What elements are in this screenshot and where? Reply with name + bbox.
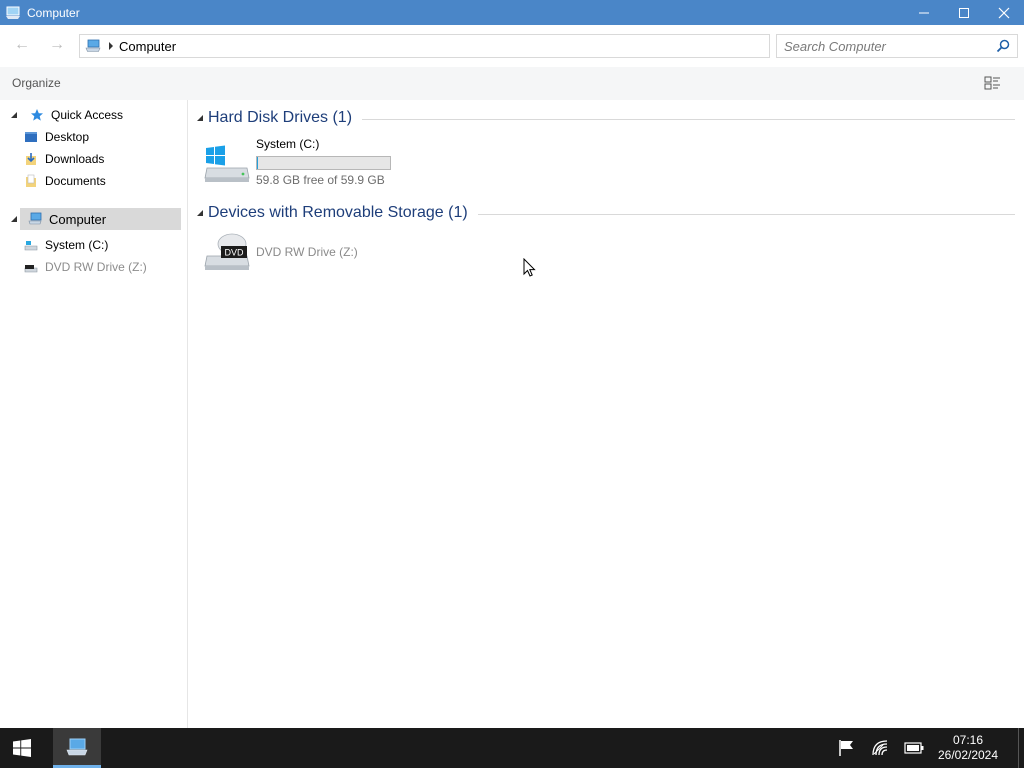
computer-icon bbox=[5, 5, 21, 21]
back-button[interactable]: ← bbox=[10, 35, 34, 55]
windows-logo-icon bbox=[13, 739, 31, 757]
sidebar-item-system-c[interactable]: System (C:) bbox=[24, 235, 180, 255]
command-bar: Organize bbox=[0, 67, 1024, 100]
clock-date: 26/02/2024 bbox=[937, 748, 999, 762]
minimize-button[interactable] bbox=[904, 0, 944, 25]
drive-free-space: 59.8 GB free of 59.9 GB bbox=[256, 173, 385, 187]
sidebar-item-label: Desktop bbox=[45, 130, 90, 144]
group-title: Devices with Removable Storage (1) bbox=[208, 204, 468, 221]
expand-arrow-icon[interactable] bbox=[10, 111, 18, 119]
dvd-badge-text: DVD bbox=[224, 248, 244, 258]
forward-arrow-icon: → bbox=[49, 36, 65, 53]
group-divider bbox=[362, 118, 1015, 120]
dvd-drive-icon: DVD bbox=[204, 233, 250, 270]
address-row: ← → Computer bbox=[0, 25, 1024, 67]
group-divider bbox=[477, 213, 1015, 215]
battery-icon[interactable] bbox=[904, 739, 924, 757]
downloads-icon bbox=[26, 153, 36, 165]
title-bar: Computer bbox=[0, 0, 1024, 25]
window-controls bbox=[904, 0, 1024, 25]
change-view-icon[interactable] bbox=[984, 75, 1002, 91]
expand-arrow-icon[interactable] bbox=[10, 215, 18, 223]
dvd-drive-icon bbox=[24, 265, 38, 273]
sidebar-item-label: Quick Access bbox=[51, 108, 124, 122]
sidebar-item-documents[interactable]: Documents bbox=[24, 171, 180, 191]
collapse-arrow-icon[interactable] bbox=[197, 115, 203, 121]
drive-name: DVD RW Drive (Z:) bbox=[256, 245, 358, 259]
sidebar-item-desktop[interactable]: Desktop bbox=[24, 127, 180, 147]
address-bar[interactable]: Computer bbox=[79, 34, 770, 58]
breadcrumb-chevron-icon[interactable] bbox=[109, 42, 113, 50]
sidebar-item-label: System (C:) bbox=[45, 238, 109, 252]
close-button[interactable] bbox=[984, 0, 1024, 25]
content-pane: Hard Disk Drives (1) System (C:) 59.8 GB… bbox=[189, 100, 1024, 728]
action-center-flag-icon[interactable] bbox=[836, 739, 856, 757]
maximize-icon bbox=[959, 7, 969, 18]
sidebar-item-quick-access[interactable]: Quick Access bbox=[10, 105, 180, 125]
sidebar-item-label: Documents bbox=[45, 174, 106, 188]
taskbar-explorer-button[interactable] bbox=[53, 728, 101, 768]
organize-button[interactable]: Organize bbox=[12, 76, 61, 90]
mouse-cursor-icon bbox=[523, 258, 536, 277]
computer-icon bbox=[28, 212, 42, 225]
drive-dvd-z[interactable]: DVD DVD RW Drive (Z:) bbox=[204, 232, 424, 280]
start-button[interactable] bbox=[0, 728, 44, 768]
search-box[interactable] bbox=[776, 34, 1018, 58]
window-title: Computer bbox=[27, 5, 80, 20]
sidebar-item-label: Computer bbox=[49, 211, 107, 227]
search-icon[interactable] bbox=[996, 39, 1010, 53]
drive-system-c[interactable]: System (C:) 59.8 GB free of 59.9 GB bbox=[204, 136, 424, 188]
network-icon[interactable] bbox=[870, 739, 890, 757]
show-desktop-button[interactable] bbox=[1018, 728, 1019, 768]
minimize-icon bbox=[919, 12, 929, 13]
computer-icon bbox=[85, 39, 101, 52]
collapse-arrow-icon[interactable] bbox=[197, 210, 203, 216]
sidebar-item-computer[interactable]: Computer bbox=[11, 208, 181, 230]
group-header-hard-disk[interactable]: Hard Disk Drives (1) bbox=[197, 108, 1015, 128]
hard-drive-icon bbox=[24, 241, 38, 251]
sidebar-item-dvd-drive[interactable]: DVD RW Drive (Z:) bbox=[24, 257, 180, 277]
documents-icon bbox=[26, 174, 36, 187]
sidebar-item-downloads[interactable]: Downloads bbox=[24, 149, 180, 169]
star-icon bbox=[31, 109, 43, 121]
group-title: Hard Disk Drives (1) bbox=[208, 109, 353, 126]
search-input[interactable] bbox=[784, 38, 994, 54]
sidebar-item-label: Downloads bbox=[45, 152, 105, 166]
desktop-icon bbox=[25, 132, 37, 142]
sidebar-item-label: DVD RW Drive (Z:) bbox=[45, 260, 147, 274]
breadcrumb-computer[interactable]: Computer bbox=[119, 39, 176, 54]
navigation-pane: Quick Access Desktop Downloads Documents… bbox=[0, 100, 188, 728]
system-clock[interactable]: 07:16 26/02/2024 bbox=[932, 733, 1004, 763]
forward-button[interactable]: → bbox=[45, 35, 69, 55]
disk-usage-bar bbox=[256, 156, 391, 170]
group-header-removable[interactable]: Devices with Removable Storage (1) bbox=[197, 203, 1015, 223]
computer-icon bbox=[66, 738, 88, 755]
maximize-button[interactable] bbox=[944, 0, 984, 25]
clock-time: 07:16 bbox=[952, 733, 984, 747]
windows-drive-icon bbox=[204, 145, 250, 182]
close-icon bbox=[998, 7, 1010, 18]
taskbar: 07:16 26/02/2024 bbox=[0, 728, 1024, 768]
drive-name: System (C:) bbox=[256, 137, 320, 151]
back-arrow-icon: ← bbox=[14, 36, 30, 53]
